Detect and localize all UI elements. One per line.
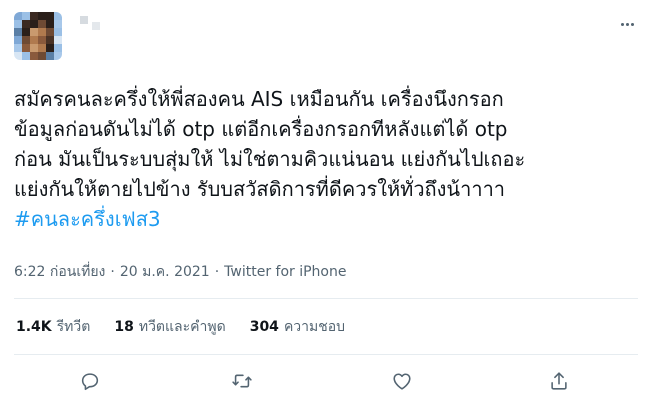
tweet-metadata: 6:22 ก่อนเที่ยง · 20 ม.ค. 2021 · Twitter… bbox=[14, 261, 347, 283]
quote-count-value: 18 bbox=[114, 319, 134, 335]
tweet-text-line: ข้อมูลก่อนดันไม่ได้ otp แต่อีกเครื่องกรอ… bbox=[14, 117, 508, 141]
reply-icon[interactable] bbox=[77, 368, 103, 394]
retweet-icon[interactable] bbox=[229, 368, 255, 394]
more-options-icon[interactable] bbox=[614, 14, 640, 34]
like-count-value: 304 bbox=[249, 319, 279, 335]
retweet-count[interactable]: 1.4K รีทวีต bbox=[16, 316, 90, 338]
like-count[interactable]: 304 ความชอบ bbox=[250, 316, 345, 338]
tweet-date[interactable]: 20 ม.ค. 2021 bbox=[120, 261, 210, 283]
tweet-time[interactable]: 6:22 ก่อนเที่ยง bbox=[14, 261, 105, 283]
divider bbox=[14, 354, 638, 355]
tweet-text: สมัครคนละครึ่งให้พี่สองคน AIS เหมือนกัน … bbox=[14, 84, 642, 234]
action-bar bbox=[0, 362, 652, 398]
retweet-count-label: รีทวีต bbox=[56, 319, 91, 335]
share-icon[interactable] bbox=[546, 368, 572, 394]
username-blurred[interactable] bbox=[80, 16, 104, 32]
hashtag-link[interactable]: #คนละครึ่งเฟส3 bbox=[14, 207, 161, 231]
tweet-source[interactable]: Twitter for iPhone bbox=[224, 264, 346, 280]
like-count-label: ความชอบ bbox=[283, 319, 346, 335]
tweet: สมัครคนละครึ่งให้พี่สองคน AIS เหมือนกัน … bbox=[0, 0, 652, 413]
tweet-text-line: ก่อน มันเป็นระบบสุ่มให้ ไม่ใช่ตามคิวแน่น… bbox=[14, 147, 526, 171]
quote-count-label: ทวีตและคำพูด bbox=[138, 319, 226, 335]
avatar[interactable] bbox=[14, 12, 62, 60]
meta-separator: · bbox=[110, 264, 115, 280]
tweet-text-line: แย่งกันให้ตายไปข้าง รับบสวัสดิการที่ดีคว… bbox=[14, 177, 506, 201]
divider bbox=[14, 298, 638, 299]
like-icon[interactable] bbox=[389, 368, 415, 394]
tweet-text-line: สมัครคนละครึ่งให้พี่สองคน AIS เหมือนกัน … bbox=[14, 87, 504, 111]
meta-separator: · bbox=[214, 264, 220, 280]
quote-count[interactable]: 18 ทวีตและคำพูด bbox=[114, 316, 225, 338]
tweet-stats: 1.4K รีทวีต 18 ทวีตและคำพูด 304 ความชอบ bbox=[16, 316, 345, 338]
retweet-count-value: 1.4K bbox=[16, 319, 52, 335]
